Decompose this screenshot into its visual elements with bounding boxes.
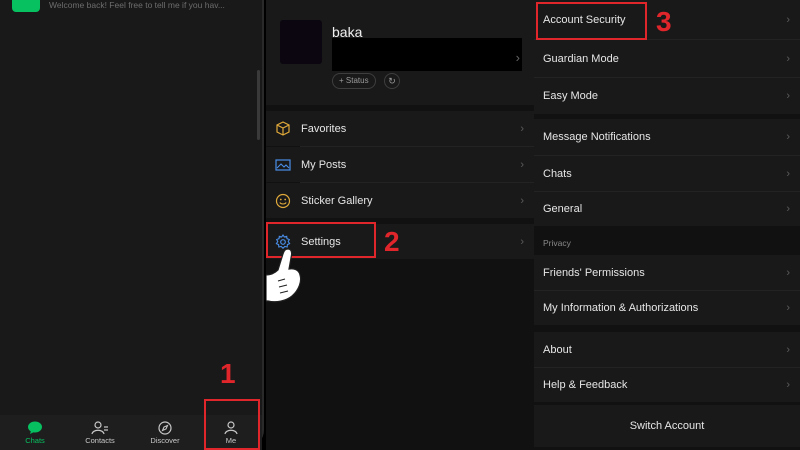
settings-item-label: Guardian Mode [543, 52, 619, 65]
settings-item-general[interactable]: General › [534, 192, 800, 226]
step-1-number: 1 [220, 358, 236, 389]
chevron-right-icon: › [520, 122, 524, 135]
tab-discover[interactable]: Discover [135, 417, 195, 445]
chevron-right-icon: › [520, 194, 524, 207]
settings-item-easy-mode[interactable]: Easy Mode › [534, 78, 800, 114]
settings-item-label: My Information & Authorizations [543, 302, 699, 314]
chevron-right-icon: › [515, 50, 520, 65]
settings-item-label: Message Notifications [543, 131, 651, 143]
scrollbar[interactable] [257, 70, 260, 140]
chevron-right-icon: › [786, 379, 790, 391]
chevron-right-icon: › [786, 13, 790, 26]
chevron-right-icon: › [520, 158, 524, 171]
chevron-right-icon: › [786, 302, 790, 314]
compass-icon [158, 421, 172, 435]
tab-contacts[interactable]: Contacts [70, 417, 130, 445]
settings-item-label: About [543, 343, 572, 356]
settings-item-label: Chats [543, 167, 572, 180]
cube-icon [276, 120, 290, 136]
smiley-icon [275, 193, 291, 208]
settings-item-label: Help & Feedback [543, 379, 628, 391]
tab-discover-label: Discover [150, 436, 180, 445]
refresh-icon[interactable]: ↻ [384, 73, 400, 89]
menu-item-label: Favorites [301, 122, 347, 135]
settings-item-friends-permissions[interactable]: Friends' Permissions › [534, 255, 800, 290]
chevron-right-icon: › [786, 131, 790, 143]
settings-item-label: Friends' Permissions [543, 266, 645, 279]
step-2-number: 2 [384, 226, 400, 257]
menu-item-favorites[interactable]: Favorites › [266, 111, 534, 146]
chats-screen-panel: Welcome back! Feel free to tell me if yo… [0, 0, 266, 450]
menu-item-sticker-gallery[interactable]: Sticker Gallery › [266, 183, 534, 218]
settings-item-message-notifications[interactable]: Message Notifications › [534, 119, 800, 155]
step-1-highlight [204, 399, 260, 450]
tab-chats[interactable]: Chats [5, 417, 65, 445]
chat-list-item[interactable]: Welcome back! Feel free to tell me if yo… [0, 0, 262, 14]
settings-item-help-feedback[interactable]: Help & Feedback › [534, 368, 800, 402]
settings-item-about[interactable]: About › [534, 332, 800, 367]
settings-item-label: General [543, 203, 583, 215]
tab-chats-label: Chats [25, 436, 45, 445]
privacy-section-header: Privacy [543, 238, 571, 248]
profile-card[interactable]: baka › + Status ↻ [266, 0, 534, 105]
tab-contacts-label: Contacts [85, 436, 115, 445]
settings-item-chats[interactable]: Chats › [534, 156, 800, 191]
switch-account-button[interactable]: Switch Account [534, 405, 800, 447]
chevron-right-icon: › [520, 235, 524, 248]
settings-item-label: Easy Mode [543, 90, 599, 102]
chat-bubble-icon [28, 421, 42, 434]
chevron-right-icon: › [786, 343, 790, 356]
chat-avatar [12, 0, 40, 12]
chevron-right-icon: › [786, 52, 790, 65]
contacts-icon [91, 421, 108, 435]
menu-item-label: My Posts [301, 158, 347, 171]
add-status-button[interactable]: + Status [332, 73, 376, 89]
pointing-hand-icon [266, 248, 302, 303]
chevron-right-icon: › [786, 167, 790, 180]
step-3-number: 3 [656, 6, 672, 37]
profile-avatar [280, 20, 322, 64]
settings-item-my-information[interactable]: My Information & Authorizations › [534, 291, 800, 325]
chat-preview-text: Welcome back! Feel free to tell me if yo… [49, 0, 225, 10]
step-3-highlight [536, 2, 647, 40]
settings-screen-panel: Account Security › Guardian Mode › Easy … [534, 0, 800, 450]
chevron-right-icon: › [786, 90, 790, 102]
me-screen-panel: baka › + Status ↻ Favorites › My Posts ›… [266, 0, 534, 450]
redacted-profile-info [332, 38, 522, 71]
menu-item-my-posts[interactable]: My Posts › [266, 147, 534, 182]
chevron-right-icon: › [786, 203, 790, 215]
image-icon [275, 158, 291, 171]
chevron-right-icon: › [786, 266, 790, 279]
settings-item-guardian-mode[interactable]: Guardian Mode › [534, 40, 800, 77]
menu-item-label: Sticker Gallery [301, 194, 373, 207]
